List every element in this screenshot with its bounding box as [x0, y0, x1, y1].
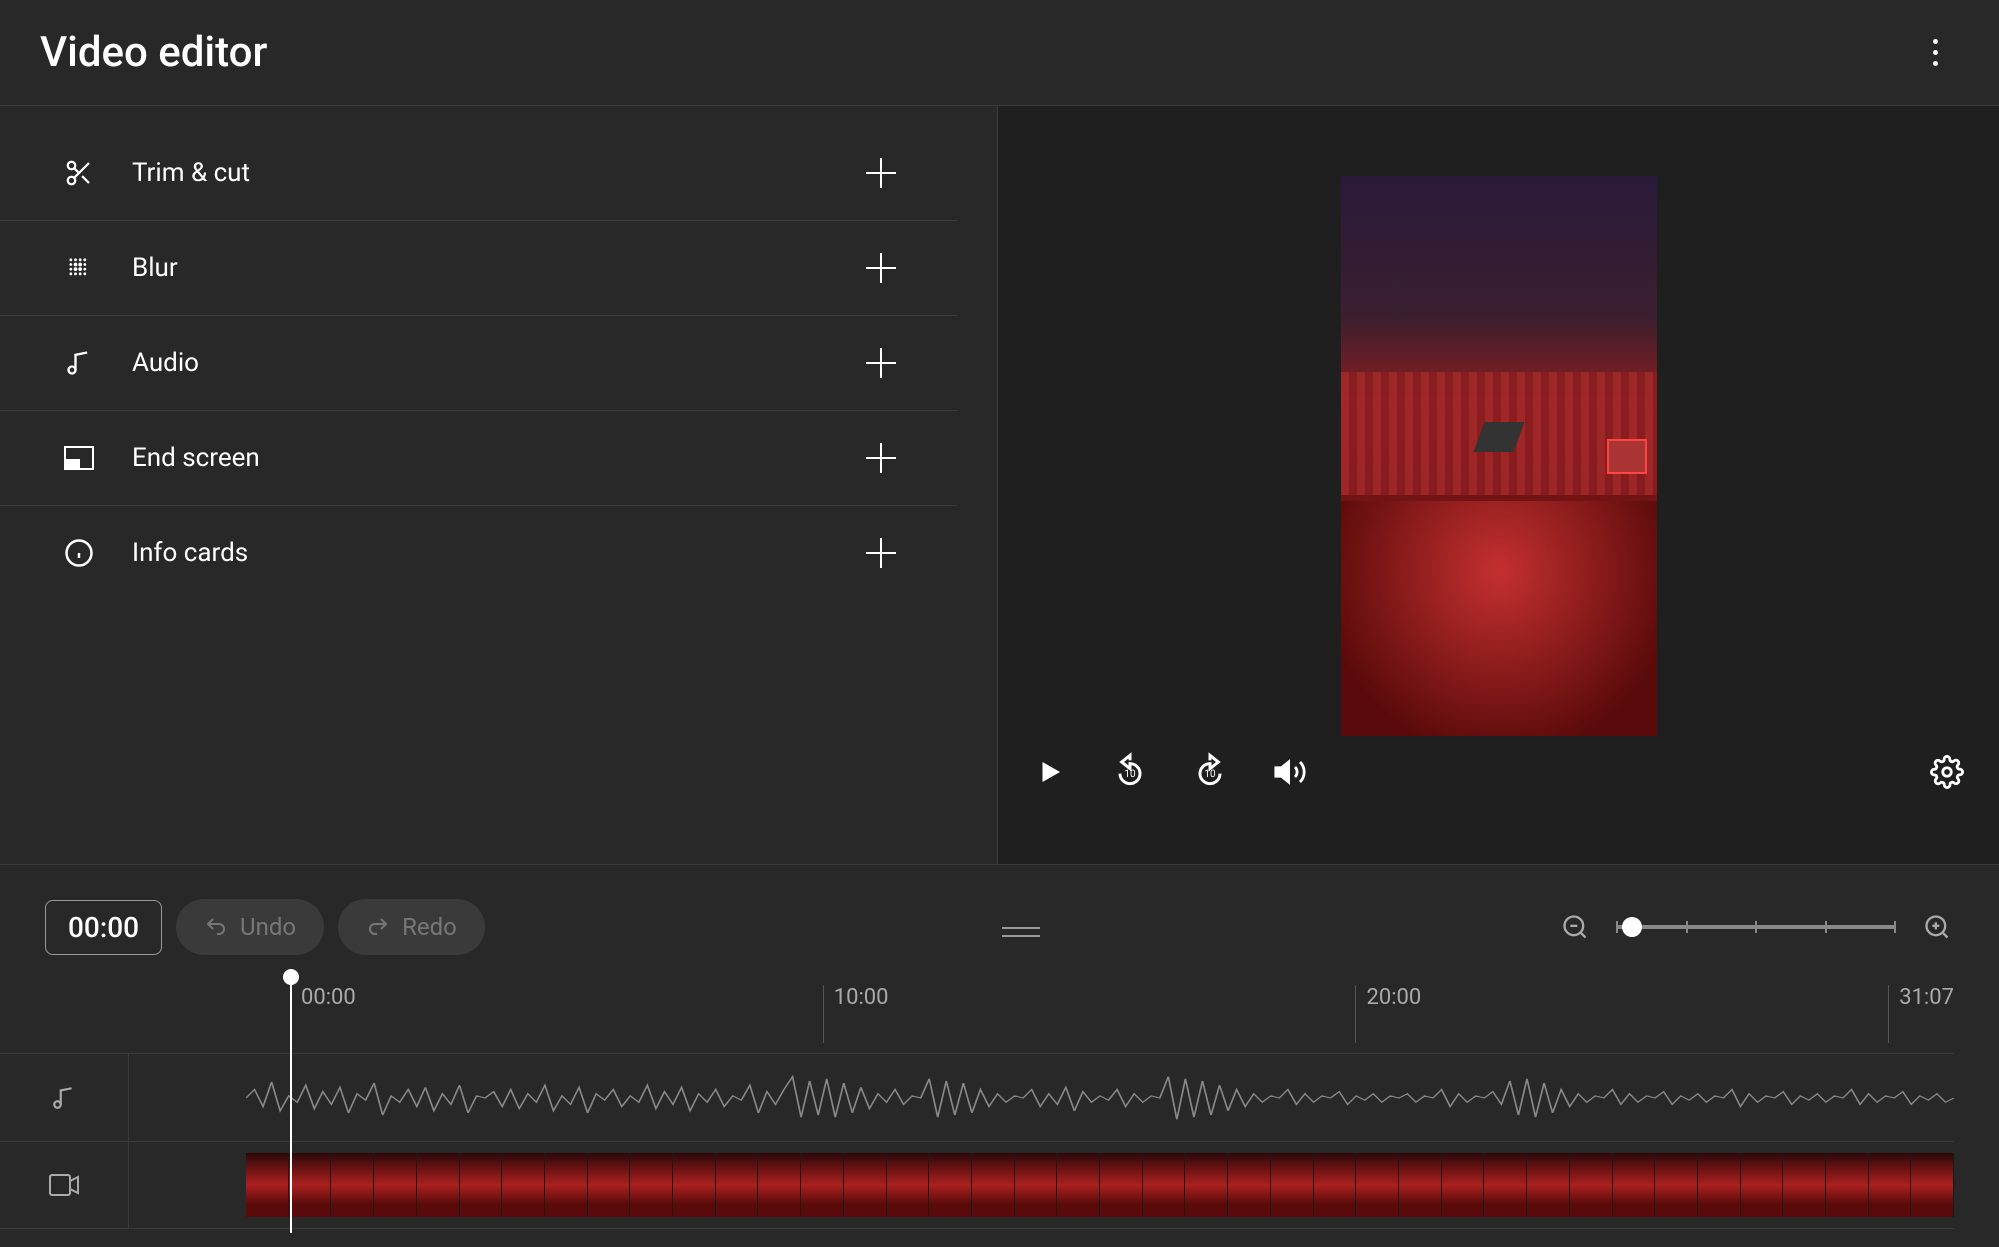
tool-end-screen[interactable]: End screen [0, 411, 957, 506]
tool-info-cards[interactable]: Info cards [0, 506, 957, 600]
tool-trim-cut[interactable]: Trim & cut [0, 122, 957, 221]
tool-blur[interactable]: Blur [0, 221, 957, 316]
redo-icon [366, 915, 390, 939]
plus-icon [866, 348, 896, 378]
timeline-toolbar: 00:00 Undo Redo [0, 879, 1999, 975]
tool-label: Trim & cut [132, 158, 865, 188]
video-thumbnails[interactable] [246, 1153, 1954, 1217]
more-menu-button[interactable] [1911, 29, 1959, 77]
volume-icon [1273, 755, 1307, 789]
tool-audio[interactable]: Audio [0, 316, 957, 411]
end-screen-icon [62, 441, 96, 475]
audio-track-icon [0, 1054, 128, 1141]
plus-icon [866, 158, 896, 188]
video-track-icon [0, 1142, 128, 1228]
add-end-screen-button[interactable] [865, 442, 897, 474]
timeline-ruler[interactable]: 00:00 10:00 20:00 31:07 [0, 975, 1999, 1053]
more-vertical-icon [1933, 39, 1938, 66]
add-trim-button[interactable] [865, 157, 897, 189]
playhead[interactable] [290, 973, 292, 1233]
zoom-out-icon [1561, 913, 1589, 941]
ruler-tick: 00:00 [290, 985, 356, 1043]
timeline-tracks [0, 1053, 1999, 1239]
zoom-out-button[interactable] [1558, 910, 1592, 944]
zoom-slider[interactable] [1616, 925, 1896, 929]
undo-button[interactable]: Undo [176, 899, 324, 955]
undo-icon [204, 915, 228, 939]
tool-label: End screen [132, 443, 865, 473]
tool-label: Blur [132, 253, 865, 283]
ruler-tick: 31:07 [1888, 985, 1954, 1043]
preview-settings-button[interactable] [1925, 750, 1969, 794]
play-icon [1035, 757, 1065, 787]
ruler-tick: 10:00 [823, 985, 889, 1043]
gear-icon [1930, 755, 1964, 789]
redo-label: Redo [402, 913, 457, 941]
zoom-in-icon [1923, 913, 1951, 941]
add-audio-button[interactable] [865, 347, 897, 379]
video-frame [1341, 176, 1657, 736]
audio-waveform[interactable] [246, 1066, 1954, 1130]
plus-icon [866, 443, 896, 473]
svg-text:10: 10 [1204, 769, 1216, 780]
add-blur-button[interactable] [865, 252, 897, 284]
panel-drag-handle[interactable] [1002, 927, 1040, 937]
ruler-tick: 20:00 [1355, 985, 1421, 1043]
tool-label: Audio [132, 348, 865, 378]
svg-text:10: 10 [1124, 769, 1136, 780]
zoom-slider-handle[interactable] [1622, 917, 1642, 937]
plus-icon [866, 538, 896, 568]
zoom-in-button[interactable] [1920, 910, 1954, 944]
video-preview-panel: 10 10 [998, 106, 1999, 864]
forward-10-icon: 10 [1190, 752, 1230, 792]
plus-icon [866, 253, 896, 283]
replay-10-button[interactable]: 10 [1108, 750, 1152, 794]
tools-sidebar: Trim & cut Blur [0, 106, 998, 864]
music-note-icon [62, 346, 96, 380]
current-time-display[interactable]: 00:00 [45, 900, 162, 955]
info-icon [62, 536, 96, 570]
blur-icon [62, 251, 96, 285]
replay-10-icon: 10 [1110, 752, 1150, 792]
video-track-row[interactable] [0, 1141, 1954, 1229]
page-title: Video editor [40, 28, 267, 77]
undo-label: Undo [240, 913, 296, 941]
preview-controls: 10 10 [1028, 750, 1969, 794]
app-header: Video editor [0, 0, 1999, 106]
volume-button[interactable] [1268, 750, 1312, 794]
scissors-icon [62, 156, 96, 190]
redo-button[interactable]: Redo [338, 899, 485, 955]
play-button[interactable] [1028, 750, 1072, 794]
forward-10-button[interactable]: 10 [1188, 750, 1232, 794]
zoom-controls [1558, 910, 1954, 944]
timeline-section: 00:00 Undo Redo [0, 864, 1999, 1247]
audio-track-row[interactable] [0, 1053, 1954, 1141]
add-info-card-button[interactable] [865, 537, 897, 569]
tool-label: Info cards [132, 538, 865, 568]
